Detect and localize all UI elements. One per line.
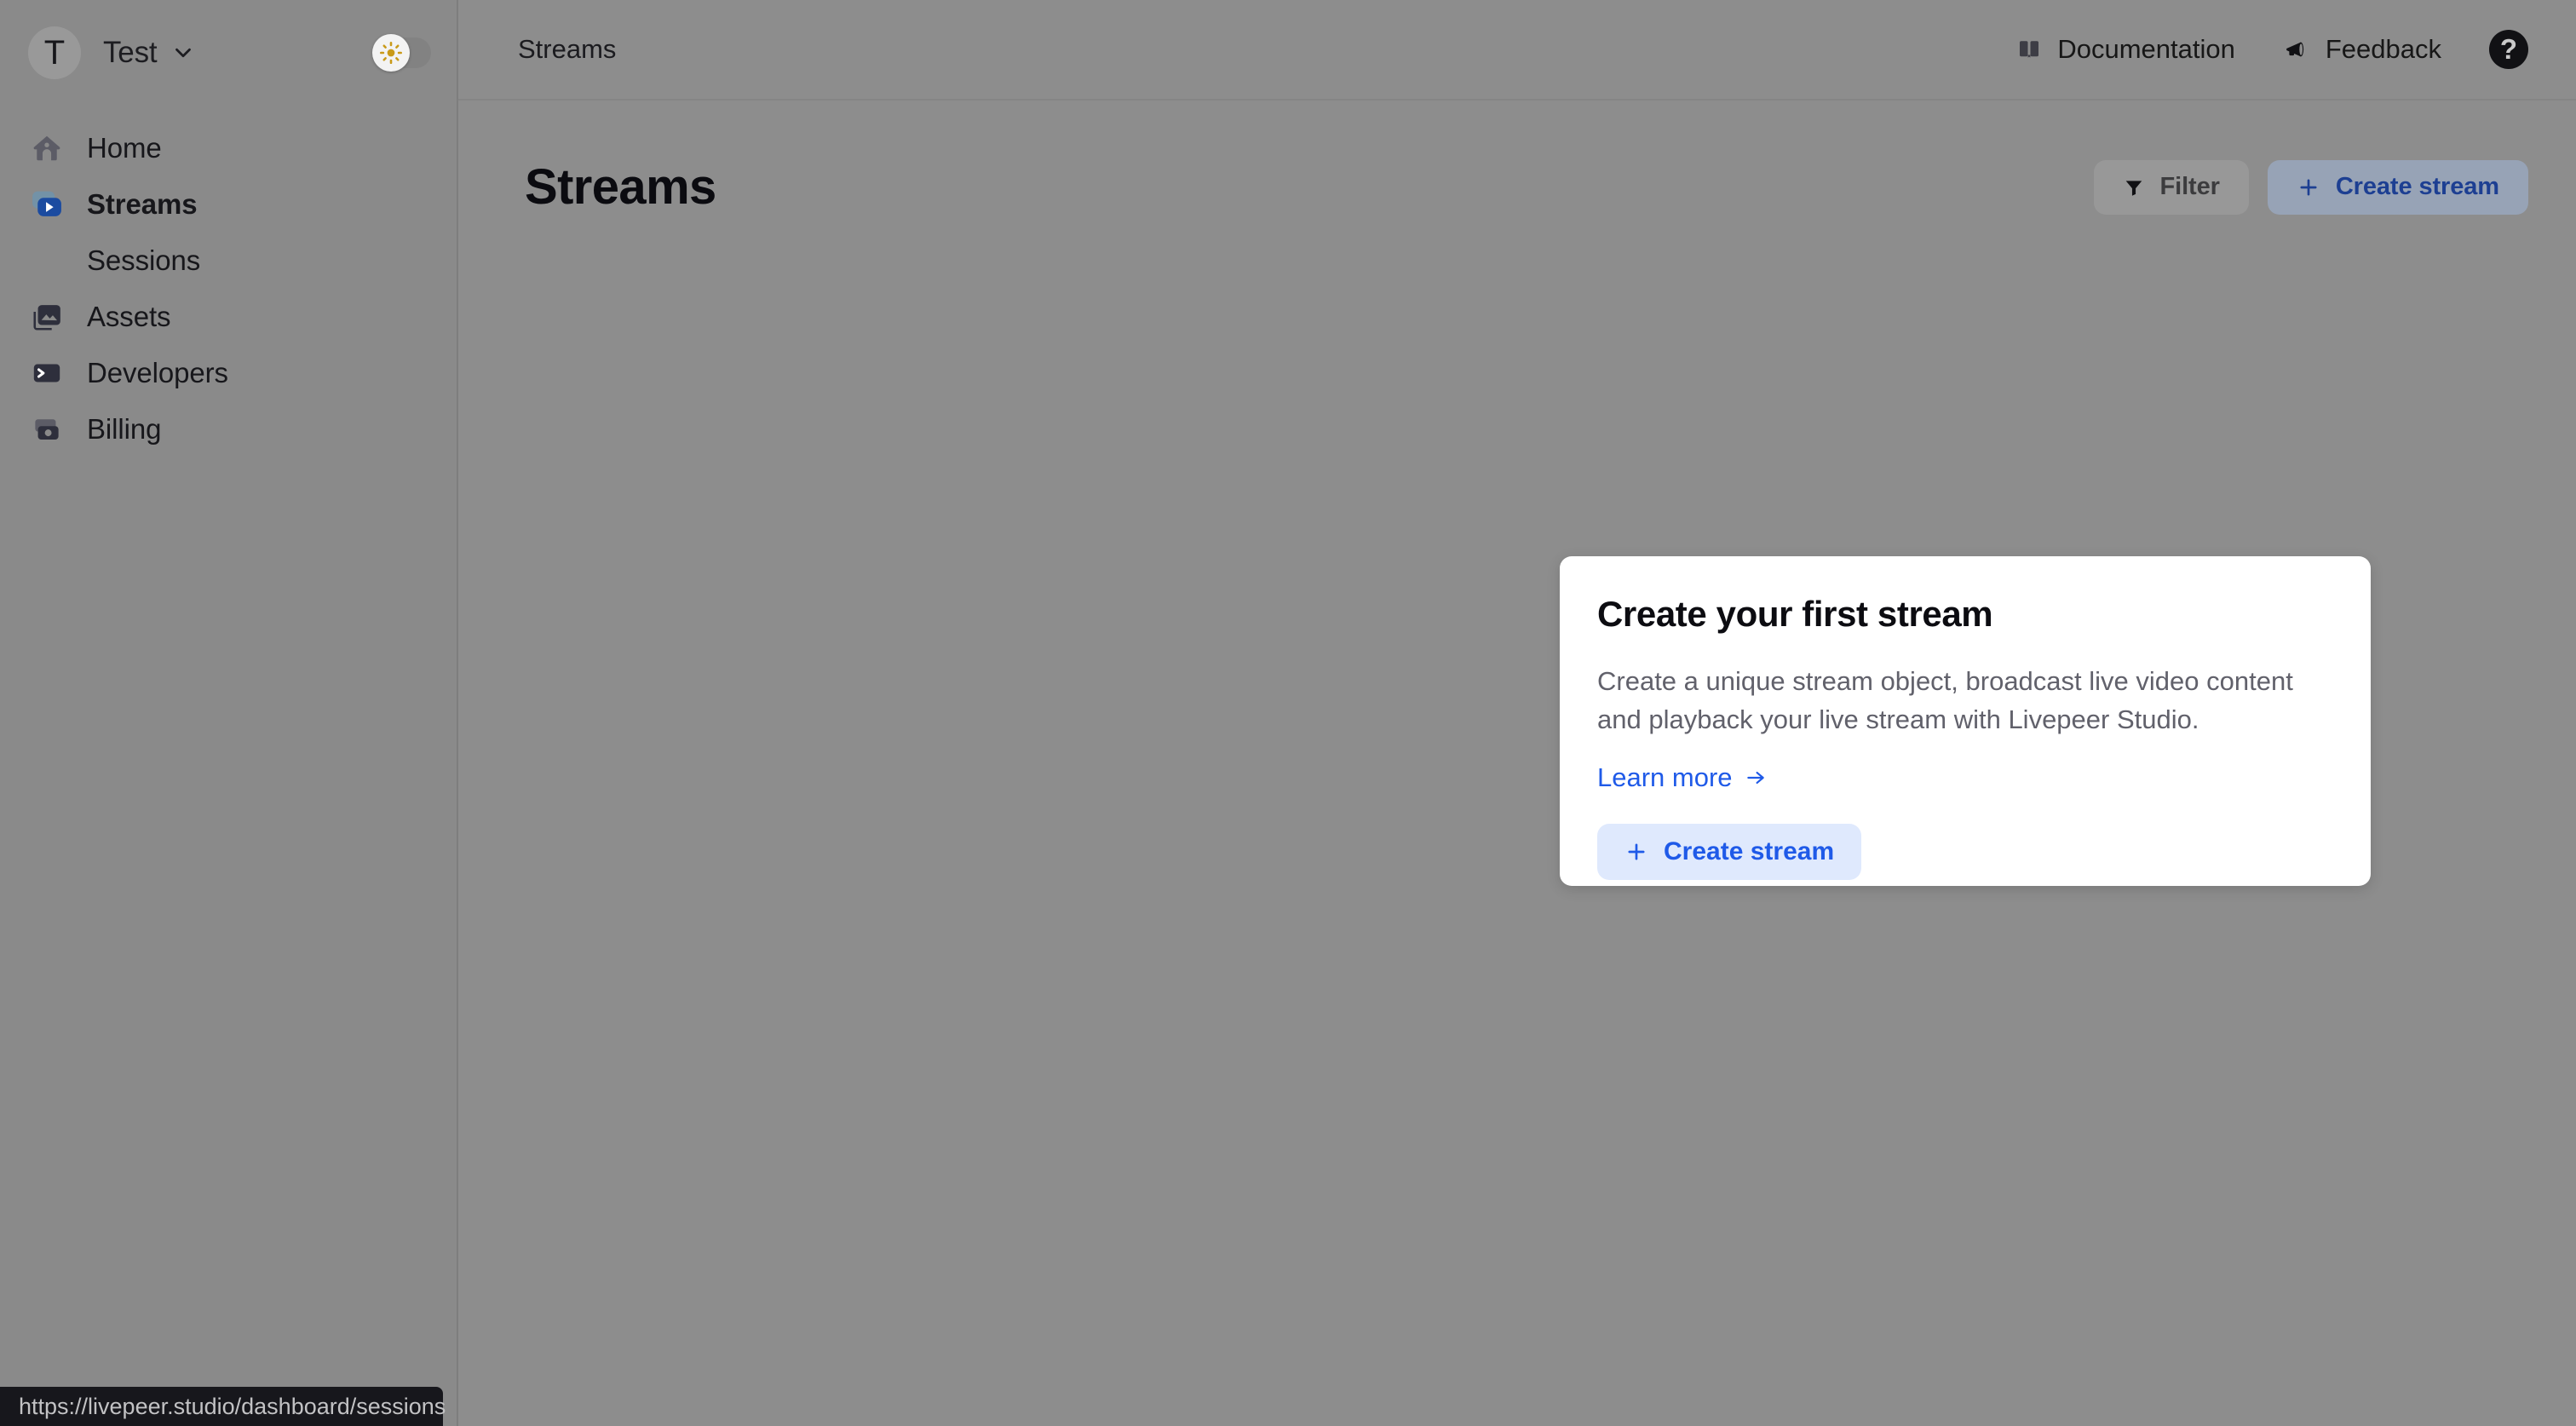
billing-icon xyxy=(29,411,65,447)
funnel-icon xyxy=(2123,176,2145,198)
org-switcher-row: T Test xyxy=(0,25,457,81)
org-name[interactable]: Test xyxy=(103,36,158,70)
sidebar-item-home[interactable]: Home xyxy=(0,120,457,176)
create-first-stream-card: Create your first stream Create a unique… xyxy=(1560,556,2371,886)
main-region: Streams Documentation Feedback ? Streams… xyxy=(458,0,2576,1426)
plus-icon xyxy=(1624,840,1648,864)
plus-icon xyxy=(2297,175,2320,199)
page-header: Streams Filter Create stream xyxy=(458,101,2576,216)
create-stream-label: Create stream xyxy=(1664,837,1835,865)
terminal-icon xyxy=(29,355,65,391)
page-title: Streams xyxy=(525,159,716,215)
sidebar-item-label: Streams xyxy=(87,188,198,220)
learn-more-label: Learn more xyxy=(1597,762,1733,792)
question-mark-circle-icon[interactable]: ? xyxy=(2489,30,2528,69)
images-icon xyxy=(29,299,65,335)
create-stream-button-card[interactable]: Create stream xyxy=(1597,824,1862,880)
topbar: Streams Documentation Feedback ? xyxy=(458,0,2576,101)
content-area: Streams Filter Create stream Create your… xyxy=(458,101,2576,1426)
documentation-link[interactable]: Documentation xyxy=(2016,34,2235,65)
app-root: T Test Home Streams Sessions Assets Deve… xyxy=(0,0,2576,1426)
megaphone-icon xyxy=(2283,36,2310,63)
sidebar-item-developers[interactable]: Developers xyxy=(0,345,457,401)
card-title: Create your first stream xyxy=(1597,594,1993,634)
sidebar: T Test Home Streams Sessions Assets Deve… xyxy=(0,0,458,1426)
create-stream-label: Create stream xyxy=(2335,173,2499,200)
sidebar-item-label: Sessions xyxy=(87,244,201,276)
avatar: T xyxy=(28,26,81,79)
book-icon xyxy=(2016,37,2042,62)
sidebar-item-label: Billing xyxy=(87,413,162,445)
primary-nav: Home Streams Sessions Assets Developers … xyxy=(0,120,457,457)
feedback-label: Feedback xyxy=(2325,34,2441,64)
card-description: Create a unique stream object, broadcast… xyxy=(1597,666,2293,734)
sidebar-item-label: Developers xyxy=(87,357,228,388)
documentation-label: Documentation xyxy=(2057,34,2235,64)
chevron-down-icon[interactable] xyxy=(170,40,196,66)
arrow-right-icon xyxy=(1745,767,1767,789)
status-bar-url: https://livepeer.studio/dashboard/sessio… xyxy=(0,1387,446,1426)
create-stream-button-top[interactable]: Create stream xyxy=(2267,159,2528,215)
sun-icon xyxy=(372,34,410,72)
sidebar-item-label: Assets xyxy=(87,301,171,332)
filter-button[interactable]: Filter xyxy=(2093,159,2249,215)
topbar-actions: Documentation Feedback ? xyxy=(2016,30,2528,69)
sidebar-item-streams[interactable]: Streams xyxy=(0,176,457,233)
sidebar-item-label: Home xyxy=(87,132,162,164)
learn-more-link[interactable]: Learn more xyxy=(1597,762,1767,793)
sidebar-item-billing[interactable]: Billing xyxy=(0,401,457,457)
sidebar-item-assets[interactable]: Assets xyxy=(0,289,457,345)
page-actions: Filter Create stream xyxy=(2093,159,2528,215)
sidebar-item-sessions[interactable]: Sessions xyxy=(0,233,457,289)
filter-label: Filter xyxy=(2159,173,2220,200)
theme-toggle[interactable] xyxy=(372,34,431,72)
video-play-icon xyxy=(29,187,65,222)
feedback-link[interactable]: Feedback xyxy=(2283,34,2441,65)
home-icon xyxy=(29,130,65,166)
breadcrumb[interactable]: Streams xyxy=(518,34,616,65)
